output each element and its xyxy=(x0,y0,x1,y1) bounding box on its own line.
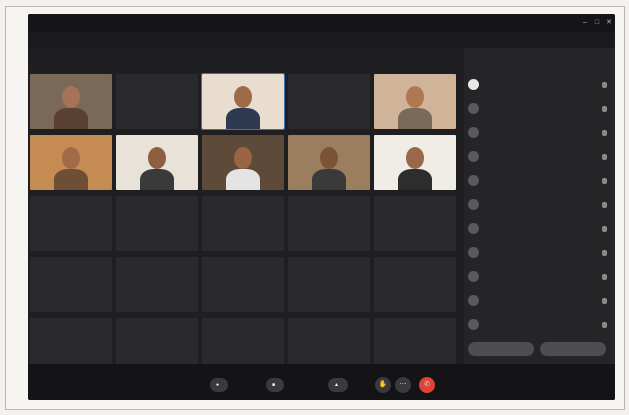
participant-row[interactable] xyxy=(464,290,615,312)
avatar xyxy=(468,151,479,162)
microphone-muted-icon xyxy=(602,202,607,208)
avatar xyxy=(468,127,479,138)
avatar xyxy=(468,175,479,186)
close-icon[interactable]: ✕ xyxy=(605,19,613,27)
avatar xyxy=(468,319,479,330)
video-tile[interactable] xyxy=(116,74,198,129)
panel-left-button[interactable] xyxy=(468,342,534,356)
video-tile[interactable] xyxy=(374,74,456,129)
microphone-icon: ● xyxy=(216,382,220,388)
video-tile[interactable] xyxy=(201,73,285,130)
microphone-muted-icon xyxy=(602,274,607,280)
name-tile[interactable] xyxy=(30,257,112,312)
name-tile[interactable] xyxy=(116,196,198,251)
participant-row[interactable] xyxy=(464,170,615,192)
participant-body xyxy=(54,169,88,190)
title-bar: – □ ✕ xyxy=(28,14,615,32)
avatar xyxy=(468,295,479,306)
avatar xyxy=(468,271,479,282)
participant-face xyxy=(406,147,424,169)
panel-right-button[interactable] xyxy=(540,342,606,356)
participant-row[interactable] xyxy=(464,74,615,96)
microphone-muted-icon xyxy=(602,250,607,256)
participant-row[interactable] xyxy=(464,266,615,288)
name-tile[interactable] xyxy=(30,196,112,251)
participant-row[interactable] xyxy=(464,242,615,264)
meeting-controls: ● ■ ▲ ✋ ⋯ ✆ xyxy=(28,364,615,400)
more-options-icon[interactable]: ⋯ xyxy=(395,377,411,393)
participant-body xyxy=(312,169,346,190)
video-tile[interactable] xyxy=(30,74,112,129)
unmute-button[interactable]: ● xyxy=(210,378,229,392)
video-tile[interactable] xyxy=(30,135,112,190)
microphone-muted-icon xyxy=(602,178,607,184)
name-tile[interactable] xyxy=(374,257,456,312)
avatar xyxy=(468,103,479,114)
participant-face xyxy=(148,147,166,169)
participants-header xyxy=(464,48,615,68)
participant-row[interactable] xyxy=(464,218,615,240)
video-tile[interactable] xyxy=(202,135,284,190)
video-grid xyxy=(30,73,460,373)
microphone-muted-icon xyxy=(602,82,607,88)
microphone-muted-icon xyxy=(602,226,607,232)
name-tile[interactable] xyxy=(202,196,284,251)
microphone-muted-icon xyxy=(602,106,607,112)
maximize-icon[interactable]: □ xyxy=(593,19,601,27)
participant-body xyxy=(398,169,432,190)
avatar xyxy=(468,199,479,210)
meeting-window: – □ ✕ ● ■ ▲ ✋ ⋯ ✆ xyxy=(28,14,615,400)
microphone-muted-icon xyxy=(602,130,607,136)
video-button[interactable]: ■ xyxy=(266,378,285,392)
avatar xyxy=(468,79,479,90)
participant-row[interactable] xyxy=(464,98,615,120)
participant-body xyxy=(54,108,88,129)
avatar xyxy=(468,247,479,258)
name-tile[interactable] xyxy=(374,196,456,251)
participant-row[interactable] xyxy=(464,146,615,168)
name-tile[interactable] xyxy=(116,257,198,312)
leave-call-icon[interactable]: ✆ xyxy=(419,377,435,393)
microphone-muted-icon xyxy=(602,298,607,304)
share-icon: ▲ xyxy=(334,382,339,388)
share-button[interactable]: ▲ xyxy=(328,378,348,392)
video-tile[interactable] xyxy=(288,74,370,129)
video-tile[interactable] xyxy=(116,135,198,190)
menu-bar xyxy=(28,32,615,48)
participants-panel xyxy=(464,48,615,364)
raise-hand-icon[interactable]: ✋ xyxy=(375,377,391,393)
microphone-muted-icon xyxy=(602,154,607,160)
participant-body xyxy=(226,169,260,190)
minimize-icon[interactable]: – xyxy=(581,19,589,27)
video-tile[interactable] xyxy=(288,135,370,190)
participant-face xyxy=(62,147,80,169)
participant-face xyxy=(234,86,252,108)
participant-row[interactable] xyxy=(464,314,615,336)
participant-body xyxy=(398,108,432,129)
name-tile[interactable] xyxy=(288,196,370,251)
participant-body xyxy=(140,169,174,190)
participant-face xyxy=(320,147,338,169)
name-tile[interactable] xyxy=(202,257,284,312)
participant-face xyxy=(234,147,252,169)
participant-row[interactable] xyxy=(464,194,615,216)
camera-icon: ■ xyxy=(272,382,276,388)
avatar xyxy=(468,223,479,234)
participant-face xyxy=(62,86,80,108)
participant-row[interactable] xyxy=(464,122,615,144)
microphone-muted-icon xyxy=(602,322,607,328)
name-tile[interactable] xyxy=(288,257,370,312)
participant-face xyxy=(406,86,424,108)
video-tile[interactable] xyxy=(374,135,456,190)
participant-body xyxy=(226,108,260,129)
view-bar xyxy=(28,48,463,70)
